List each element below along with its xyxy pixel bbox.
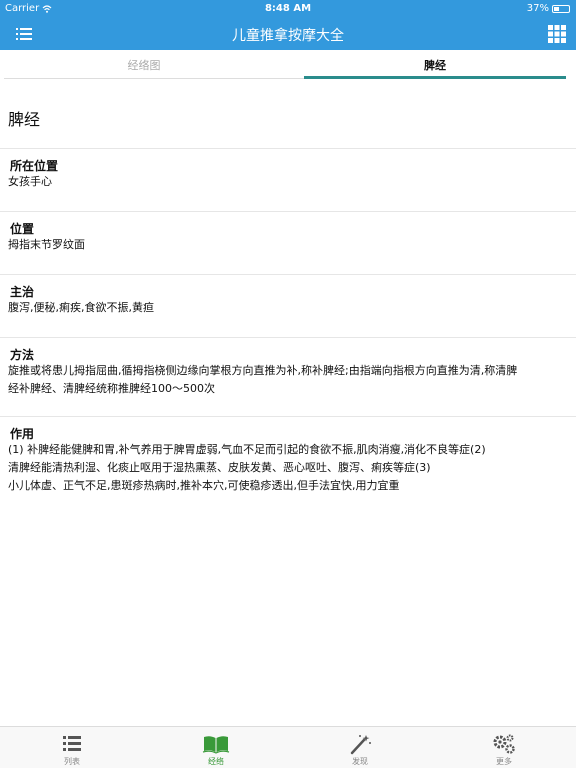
section-body: 拇指末节罗纹面 bbox=[8, 236, 568, 254]
status-bar: Carrier 8:48 AM 37% bbox=[0, 0, 576, 18]
list-icon bbox=[63, 736, 81, 751]
section-line: 清脾经能清热利湿、化痰止呕用于湿热熏蒸、皮肤发黄、恶心呕吐、腹泻、痢疾等症(3) bbox=[8, 461, 431, 474]
section-line: 拇指末节罗纹面 bbox=[8, 238, 85, 251]
grid-icon bbox=[548, 25, 566, 43]
section-heading: 作用 bbox=[10, 427, 35, 441]
bottom-tab-bar: 列表 经络 发现 更多 bbox=[0, 726, 576, 768]
tabbar-label: 发现 bbox=[352, 757, 368, 766]
section-line: 经补脾经、清脾经统称推脾经100～500次 bbox=[8, 382, 215, 395]
tabbar-label: 更多 bbox=[496, 757, 512, 766]
section-body: 旋推或将患儿拇指屈曲,循拇指桡侧边缘向掌根方向直推为补,称补脾经;由指端向指根方… bbox=[8, 362, 568, 398]
section-body: 腹泻,便秘,痢疾,食欲不振,黄疸 bbox=[8, 299, 568, 317]
section-body: (1) 补脾经能健脾和胃,补气养用于脾胃虚弱,气血不足而引起的食欲不振,肌肉消瘦… bbox=[8, 441, 568, 495]
section-line: 腹泻,便秘,痢疾,食欲不振,黄疸 bbox=[8, 301, 154, 314]
tabbar-item-more[interactable]: 更多 bbox=[432, 727, 576, 768]
tab-label: 脾经 bbox=[424, 59, 446, 72]
battery-percent: 37% bbox=[526, 3, 549, 14]
tab-meridian-map[interactable]: 经络图 bbox=[4, 50, 284, 80]
page-title: 儿童推拿按摩大全 bbox=[232, 28, 344, 44]
tabbar-label: 列表 bbox=[64, 757, 80, 766]
battery-icon bbox=[552, 4, 570, 13]
segment-tabs: 经络图 脾经 bbox=[0, 50, 576, 80]
tabbar-item-discover[interactable]: 发现 bbox=[288, 727, 432, 768]
gears-icon bbox=[493, 734, 515, 754]
grid-view-button[interactable] bbox=[548, 25, 566, 43]
section-location: 所在位置 女孩手心 bbox=[0, 148, 576, 211]
section-effect: 作用 (1) 补脾经能健脾和胃,补气养用于脾胃虚弱,气血不足而引起的食欲不振,肌… bbox=[0, 416, 576, 516]
tabbar-item-list[interactable]: 列表 bbox=[0, 727, 144, 768]
section-position: 位置 拇指末节罗纹面 bbox=[0, 211, 576, 274]
tabbar-label: 经络 bbox=[208, 757, 224, 766]
tabbar-item-meridians[interactable]: 经络 bbox=[144, 727, 288, 768]
section-line: 小儿体虚、正气不足,患斑疹热病时,推补本穴,可使稳疹透出,但手法宜快,用力宜重 bbox=[8, 479, 400, 492]
clock: 8:48 AM bbox=[264, 3, 312, 14]
section-heading: 位置 bbox=[10, 222, 35, 236]
section-line: 旋推或将患儿拇指屈曲,循拇指桡侧边缘向掌根方向直推为补,称补脾经;由指端向指根方… bbox=[8, 364, 518, 377]
section-indications: 主治 腹泻,便秘,痢疾,食欲不振,黄疸 bbox=[0, 274, 576, 337]
magic-wand-icon bbox=[350, 735, 371, 755]
tab-label: 经络图 bbox=[127, 59, 161, 72]
meridian-title: 脾经 bbox=[8, 110, 41, 129]
section-body: 女孩手心 bbox=[8, 173, 568, 191]
battery-fill bbox=[554, 6, 560, 11]
section-method: 方法 旋推或将患儿拇指屈曲,循拇指桡侧边缘向掌根方向直推为补,称补脾经;由指端向… bbox=[0, 337, 576, 416]
section-heading: 主治 bbox=[10, 285, 35, 299]
tab-selected-indicator bbox=[304, 76, 566, 79]
battery: 37% bbox=[527, 3, 570, 14]
navigation-bar: 儿童推拿按摩大全 bbox=[0, 18, 576, 50]
section-line: (1) 补脾经能健脾和胃,补气养用于脾胃虚弱,气血不足而引起的食欲不振,肌肉消瘦… bbox=[8, 443, 486, 456]
section-heading: 所在位置 bbox=[10, 159, 59, 173]
section-line: 女孩手心 bbox=[8, 175, 52, 188]
section-heading: 方法 bbox=[10, 348, 35, 362]
book-icon bbox=[202, 736, 230, 754]
